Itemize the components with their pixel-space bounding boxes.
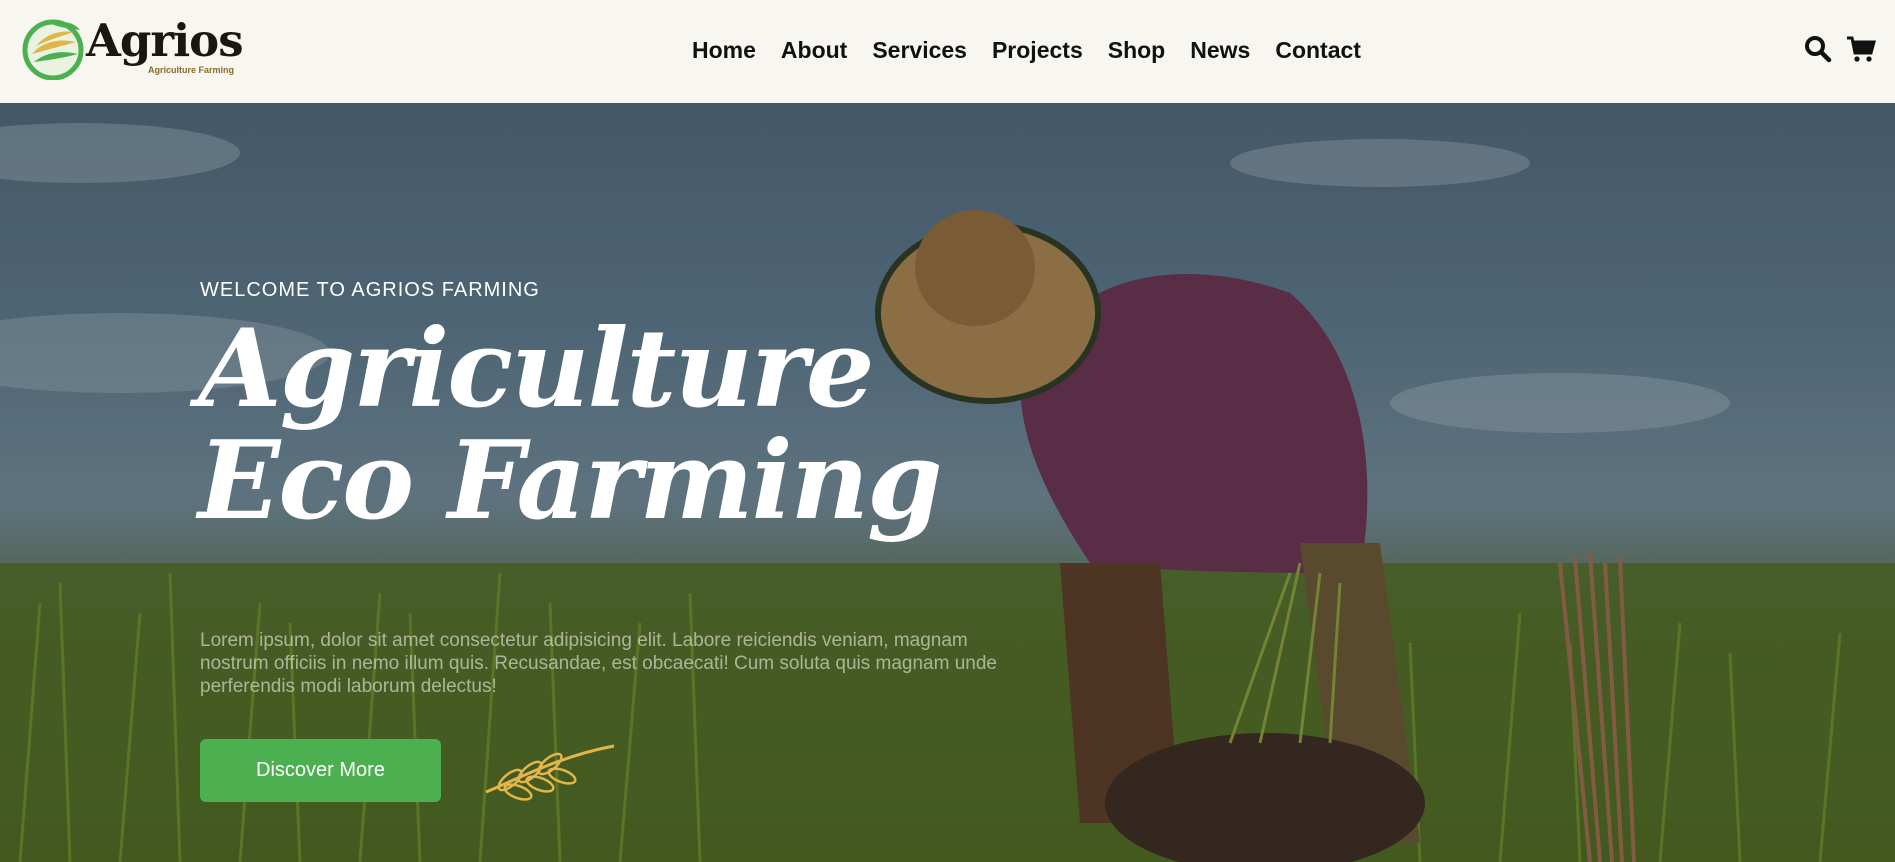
logo-name: Agrios <box>86 14 244 67</box>
hero-description: Lorem ipsum, dolor sit amet consectetur … <box>200 630 997 697</box>
nav-contact[interactable]: Contact <box>1275 37 1361 64</box>
hero-title-line2: Eco Farming <box>198 418 943 544</box>
discover-more-button[interactable]: Discover More <box>200 739 441 802</box>
hero-eyebrow: WELCOME TO AGRIOS FARMING <box>200 279 540 301</box>
search-button[interactable] <box>1803 34 1833 64</box>
nav-shop[interactable]: Shop <box>1108 37 1166 64</box>
hero-banner: WELCOME TO AGRIOS FARMING Agriculture Ec… <box>0 103 1895 862</box>
nav-about[interactable]: About <box>781 37 847 64</box>
search-icon <box>1805 36 1832 63</box>
nav-home[interactable]: Home <box>692 37 756 64</box>
hero-title-line1: Agriculture <box>198 306 875 432</box>
cart-icon <box>1847 36 1876 62</box>
wheat-branch-icon <box>485 744 615 801</box>
nav-projects[interactable]: Projects <box>992 37 1083 64</box>
logo-tagline: Agriculture Farming <box>148 65 235 75</box>
site-header: Agrios Agriculture Farming Home About Se… <box>0 0 1895 103</box>
cart-button[interactable] <box>1846 34 1876 64</box>
nav-news[interactable]: News <box>1190 37 1250 64</box>
logo-leaf-icon <box>22 19 84 80</box>
hero-title: Agriculture Eco Farming <box>198 306 943 544</box>
logo[interactable]: Agrios Agriculture Farming <box>22 14 244 84</box>
nav-services[interactable]: Services <box>872 37 967 64</box>
main-nav: Home About Services Projects Shop News C… <box>692 37 1386 64</box>
